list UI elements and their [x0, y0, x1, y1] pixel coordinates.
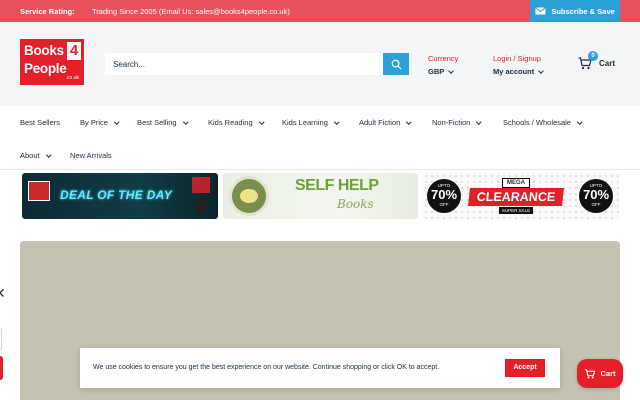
chevron-down-icon — [182, 119, 188, 124]
chevron-down-icon — [45, 152, 51, 157]
nav-item-non-fiction[interactable]: Non-Fiction — [432, 118, 482, 127]
cart-count-badge: 0 — [588, 51, 598, 61]
nav-label: Adult Fiction — [359, 118, 401, 127]
cookie-consent-bar: We use cookies to ensure you get the bes… — [80, 348, 560, 388]
ornament-icon — [194, 199, 208, 213]
drawer-submit-button[interactable] — [0, 356, 3, 380]
nav-item-schools-wholesale[interactable]: Schools / Wholesale — [503, 118, 583, 127]
gift-box-icon — [28, 181, 50, 201]
nav-item-best-selling[interactable]: Best Selling — [137, 118, 188, 127]
deal-of-the-day-banner[interactable]: DEAL OF THE DAY — [22, 173, 218, 219]
cart-icon — [585, 368, 596, 378]
badge-off: OFF — [439, 202, 449, 207]
clearance-label: CLEARANCE — [468, 188, 564, 206]
nav-item-kids-learning[interactable]: Kids Learning — [282, 118, 340, 127]
site-header: Books 4 People .co.uk Search... Currency… — [0, 22, 640, 106]
account-menu[interactable]: Login / Signup My account — [493, 54, 545, 76]
self-help-title: SELF HELP — [295, 177, 379, 194]
search-input[interactable]: Search... — [105, 53, 383, 75]
nav-label: Best Selling — [137, 118, 177, 127]
cookie-message: We use cookies to ensure you get the bes… — [93, 364, 440, 371]
chevron-down-icon — [476, 119, 482, 124]
deal-banner-text: DEAL OF THE DAY — [60, 188, 173, 202]
discount-badge-right: UPTO 70% OFF — [579, 179, 613, 213]
badge-percent: 70% — [582, 187, 610, 202]
login-signup-link[interactable]: Login / Signup — [493, 54, 543, 63]
chevron-down-icon — [334, 119, 340, 124]
nav-label: By Price — [80, 118, 108, 127]
nav-item-adult-fiction[interactable]: Adult Fiction — [359, 118, 412, 127]
trading-since-text[interactable]: Trading Since 2005 (Email Us: sales@book… — [92, 7, 290, 16]
nav-label: Schools / Wholesale — [503, 118, 571, 127]
header-cart-button[interactable]: 0 Cart — [578, 51, 616, 70]
food-bowl-image — [229, 176, 269, 216]
logo-domain: .co.uk — [65, 75, 79, 81]
nav-item-new-arrivals[interactable]: New Arrivals — [70, 151, 112, 160]
mega-label: MEGA — [502, 178, 530, 188]
self-help-subtitle: Books — [337, 197, 374, 211]
mail-icon — [535, 7, 547, 15]
chevron-down-icon — [114, 119, 120, 124]
self-help-books-banner[interactable]: SELF HELP Books — [223, 173, 418, 219]
chevron-down-icon — [577, 119, 583, 124]
logo-text-books: Books — [24, 43, 64, 58]
search-placeholder: Search... — [113, 59, 146, 69]
drawer-input[interactable] — [0, 327, 2, 351]
subscribe-button[interactable]: Subscribe & Save — [530, 0, 620, 22]
chevron-down-icon — [448, 67, 455, 74]
nav-item-about[interactable]: About — [20, 151, 51, 160]
chevron-down-icon — [406, 119, 412, 124]
cookie-accept-button[interactable]: Accept — [505, 359, 545, 377]
my-account-label: My account — [493, 67, 535, 76]
currency-value: GBP — [428, 67, 445, 76]
nav-item-kids-reading[interactable]: Kids Reading — [208, 118, 264, 127]
currency-selector[interactable]: Currency GBP — [428, 54, 458, 76]
chevron-down-icon — [538, 67, 545, 74]
badge-percent: 70% — [430, 187, 458, 202]
cart-label: Cart — [599, 59, 616, 68]
nav-label: Kids Reading — [208, 118, 253, 127]
badge-off: OFF — [591, 202, 601, 207]
nav-label: Kids Learning — [282, 118, 328, 127]
search-icon — [391, 59, 402, 70]
super-sale-label: SUPER SALE — [499, 207, 533, 214]
floating-cart-label: Cart — [600, 369, 616, 378]
nav-label: About — [20, 151, 40, 160]
nav-item-by-price[interactable]: By Price — [80, 118, 120, 127]
main-navigation: Best Sellers By Price Best Selling Kids … — [0, 106, 640, 170]
site-logo[interactable]: Books 4 People .co.uk — [20, 39, 84, 85]
gift-box-icon — [192, 177, 210, 193]
announcement-bar: Service Rating: Trading Since 2005 (Emai… — [0, 0, 640, 22]
nav-item-best-sellers[interactable]: Best Sellers — [20, 118, 60, 127]
nav-label: New Arrivals — [70, 151, 112, 160]
floating-cart-button[interactable]: Cart — [577, 359, 623, 388]
subscribe-label: Subscribe & Save — [551, 6, 615, 16]
mega-clearance-banner[interactable]: UPTO 70% OFF MEGA CLEARANCE SUPER SALE U… — [423, 173, 619, 219]
currency-label: Currency — [428, 54, 459, 63]
close-icon[interactable]: ✕ — [0, 286, 6, 302]
search-button[interactable] — [383, 53, 409, 75]
service-rating-label: Service Rating: — [20, 7, 75, 16]
nav-label: Best Sellers — [20, 118, 61, 127]
discount-badge-left: UPTO 70% OFF — [427, 179, 461, 213]
logo-digit: 4 — [67, 42, 81, 60]
logo-text-people: People — [24, 61, 67, 76]
chevron-down-icon — [258, 119, 264, 124]
nav-label: Non-Fiction — [432, 118, 471, 127]
